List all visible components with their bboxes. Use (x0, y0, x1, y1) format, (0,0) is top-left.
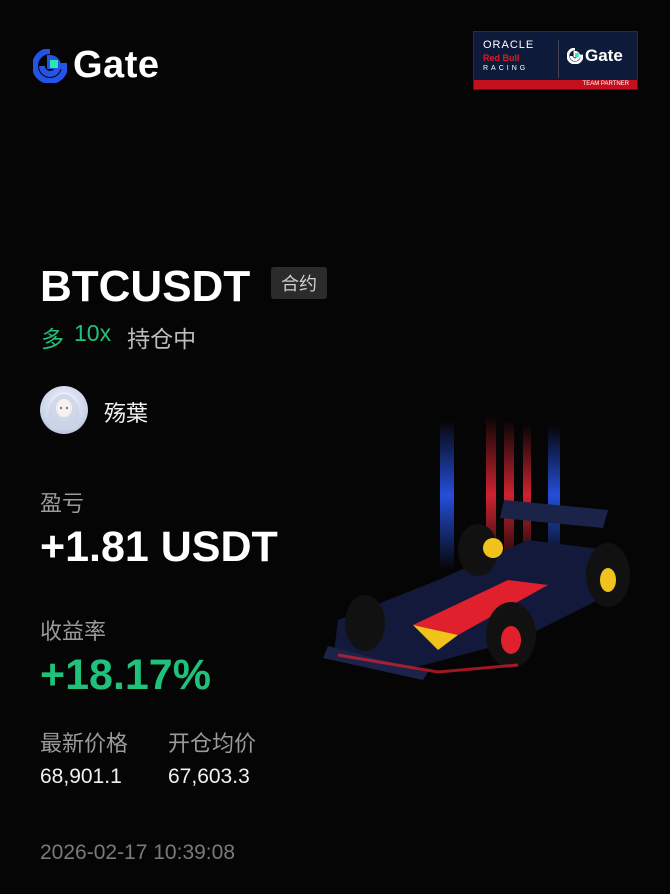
position-status: 持仓中 (127, 326, 197, 352)
partner-badge: ORACLE Red Bull RACING Gate TEAM PARTNER (473, 31, 638, 90)
roi-value: +18.17% (40, 651, 211, 699)
partner-gate-text: Gate (585, 46, 623, 65)
partner-tag: TEAM PARTNER (474, 80, 637, 89)
partner-divider (558, 40, 559, 78)
avatar (40, 386, 88, 434)
partner-oracle-text: ORACLE (483, 39, 535, 51)
trading-pair: BTCUSDT (40, 262, 251, 311)
f1-car-icon (323, 415, 630, 680)
partner-redbull-text: Red Bull (483, 53, 520, 63)
gate-logo-small-icon (567, 48, 583, 64)
pnl-value: +1.81 USDT (40, 523, 278, 571)
gate-logo-icon (33, 48, 67, 83)
partner-racing-text: RACING (483, 65, 529, 72)
last-price-label: 最新价格 (40, 731, 129, 756)
roi-label: 收益率 (40, 619, 107, 644)
avatar-image-icon (48, 392, 80, 430)
username: 殇葉 (104, 401, 149, 426)
partner-gate-logo: Gate (567, 46, 623, 66)
position-side: 多 (41, 326, 64, 352)
pnl-label: 盈亏 (40, 491, 85, 516)
entry-price-label: 开仓均价 (168, 731, 257, 756)
timestamp: 2026-02-17 10:39:08 (40, 841, 235, 864)
contract-badge: 合约 (271, 267, 327, 299)
position-info: 多 10x 持仓中 (41, 320, 196, 354)
position-leverage: 10x (74, 320, 112, 346)
gate-logo-text: Gate (73, 44, 160, 86)
last-price-value: 68,901.1 (40, 765, 122, 788)
entry-price-value: 67,603.3 (168, 765, 250, 788)
gate-logo: Gate (33, 44, 159, 87)
f1-car-image (318, 410, 658, 700)
